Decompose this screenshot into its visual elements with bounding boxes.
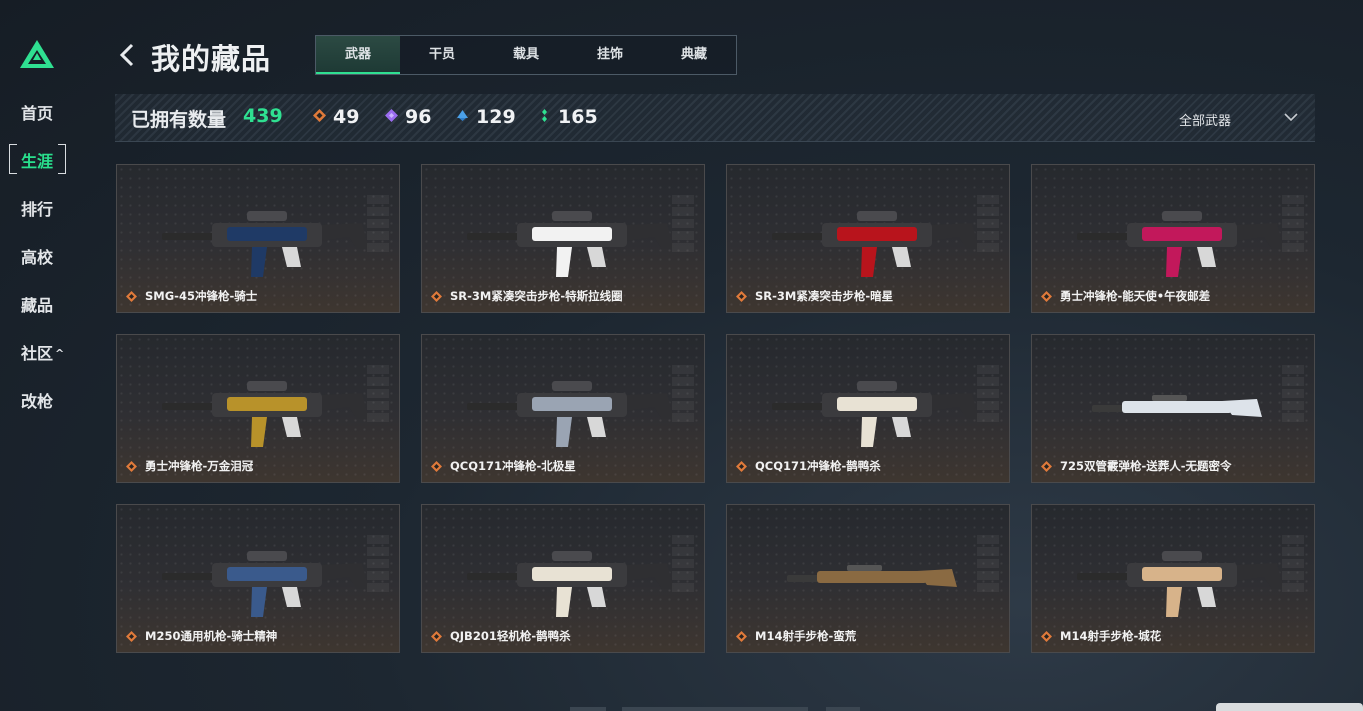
weapon-card[interactable]: SR-3M紧凑突击步枪-暗星	[726, 164, 1010, 313]
rarity-count-value: 96	[405, 106, 432, 128]
weapon-image	[772, 211, 979, 277]
owned-count-value: 439	[243, 105, 283, 127]
orange-diamond-icon	[1041, 291, 1052, 302]
sidebar-item-collection[interactable]: 藏品	[21, 292, 53, 316]
weapon-card[interactable]: M250通用机枪-骑士精神	[116, 504, 400, 653]
weapon-card-name: QCQ171冲锋枪-鹊鸭杀	[755, 459, 881, 473]
category-tabs: 武器 干员 载具 挂饰 典藏	[315, 35, 737, 75]
weapon-card-name: SR-3M紧凑突击步枪-特斯拉线圈	[450, 289, 623, 303]
tab-operators[interactable]: 干员	[400, 36, 484, 74]
green-diamond-icon	[542, 109, 547, 122]
rarity-count-value: 49	[333, 106, 360, 128]
weapon-card[interactable]: 勇士冲锋枪-能天使•午夜邮差	[1031, 164, 1315, 313]
weapon-image	[467, 211, 674, 277]
weapon-image	[787, 565, 957, 587]
pager-segment[interactable]	[570, 707, 606, 711]
back-arrow-icon[interactable]	[116, 40, 138, 70]
orange-diamond-icon	[431, 461, 442, 472]
tab-vehicles[interactable]: 载具	[484, 36, 568, 74]
sidebar-item-college[interactable]: 高校	[21, 244, 53, 268]
purple-diamond-icon	[385, 109, 398, 122]
weapon-image	[1077, 551, 1284, 617]
weapon-card-name: QCQ171冲锋枪-北极星	[450, 459, 576, 473]
orange-diamond-icon	[736, 461, 747, 472]
floating-widget[interactable]	[1216, 703, 1363, 711]
collection-summary-bar: 已拥有数量 439 49 96 129 165 全部武器	[115, 94, 1315, 142]
weapon-card-name: M14射手步枪-蛮荒	[755, 629, 857, 643]
rarity-count-blue: 129	[456, 106, 516, 128]
weapon-card[interactable]: QCQ171冲锋枪-北极星	[421, 334, 705, 483]
weapon-image	[162, 551, 369, 617]
chevron-up-icon: ^	[55, 347, 65, 360]
weapon-card-name: 勇士冲锋枪-万金泪冠	[145, 459, 254, 473]
tab-weapons[interactable]: 武器	[316, 36, 400, 74]
weapon-card[interactable]: 勇士冲锋枪-万金泪冠	[116, 334, 400, 483]
orange-diamond-icon	[431, 291, 442, 302]
sidebar: 首页 生涯 排行 高校 藏品 社区 ^ 改枪	[0, 0, 80, 711]
weapon-card-name: SR-3M紧凑突击步枪-暗星	[755, 289, 894, 303]
orange-diamond-icon	[126, 291, 137, 302]
chevron-down-icon[interactable]	[1283, 111, 1299, 123]
weapon-image	[162, 211, 369, 277]
sidebar-item-community-label: 社区	[21, 344, 54, 363]
weapon-card[interactable]: 725双管霰弹枪-送葬人-无题密令	[1031, 334, 1315, 483]
tab-charms[interactable]: 挂饰	[568, 36, 652, 74]
pager-segment[interactable]	[826, 707, 860, 711]
sidebar-item-ranking[interactable]: 排行	[21, 196, 53, 220]
weapon-card-name: 勇士冲锋枪-能天使•午夜邮差	[1060, 289, 1211, 303]
weapon-card[interactable]: QJB201轻机枪-鹊鸭杀	[421, 504, 705, 653]
weapon-filter-select[interactable]: 全部武器	[1179, 110, 1231, 129]
weapon-card-name: QJB201轻机枪-鹊鸭杀	[450, 629, 571, 643]
pager-segment[interactable]	[622, 707, 808, 711]
orange-diamond-icon	[736, 631, 747, 642]
rarity-count-value: 165	[558, 106, 598, 128]
tab-archive[interactable]: 典藏	[652, 36, 736, 74]
orange-diamond-icon	[1041, 461, 1052, 472]
weapon-card[interactable]: SMG-45冲锋枪-骑士	[116, 164, 400, 313]
weapon-card[interactable]: M14射手步枪-蛮荒	[726, 504, 1010, 653]
weapon-image	[467, 381, 674, 447]
weapon-card[interactable]: QCQ171冲锋枪-鹊鸭杀	[726, 334, 1010, 483]
weapon-image	[1092, 395, 1262, 417]
rarity-count-purple: 96	[385, 106, 431, 128]
weapon-card-name: M14射手步枪-城花	[1060, 629, 1162, 643]
orange-diamond-icon	[736, 291, 747, 302]
weapon-image	[772, 381, 979, 447]
sidebar-item-home[interactable]: 首页	[21, 100, 53, 124]
rarity-count-orange: 49	[313, 106, 359, 128]
orange-diamond-icon	[126, 631, 137, 642]
weapon-card-name: M250通用机枪-骑士精神	[145, 629, 278, 643]
rarity-count-value: 129	[476, 106, 516, 128]
sidebar-item-career[interactable]: 生涯	[21, 148, 53, 172]
orange-diamond-icon	[431, 631, 442, 642]
orange-diamond-icon	[1041, 631, 1052, 642]
blue-diamond-icon	[457, 110, 468, 121]
sidebar-item-mod[interactable]: 改枪	[21, 388, 53, 412]
weapon-card[interactable]: M14射手步枪-城花	[1031, 504, 1315, 653]
weapon-image	[1077, 211, 1284, 277]
page-title: 我的藏品	[151, 42, 272, 76]
orange-diamond-icon	[126, 461, 137, 472]
app-logo-icon[interactable]	[19, 38, 55, 70]
sidebar-item-community[interactable]: 社区 ^	[21, 340, 64, 364]
weapon-card-name: 725双管霰弹枪-送葬人-无题密令	[1060, 459, 1232, 473]
rarity-count-green: 165	[538, 106, 598, 128]
weapon-image	[467, 551, 674, 617]
weapon-card[interactable]: SR-3M紧凑突击步枪-特斯拉线圈	[421, 164, 705, 313]
weapon-image	[162, 381, 369, 447]
owned-count-label: 已拥有数量	[131, 109, 227, 131]
weapon-card-name: SMG-45冲锋枪-骑士	[145, 289, 258, 303]
orange-diamond-icon	[313, 109, 326, 122]
